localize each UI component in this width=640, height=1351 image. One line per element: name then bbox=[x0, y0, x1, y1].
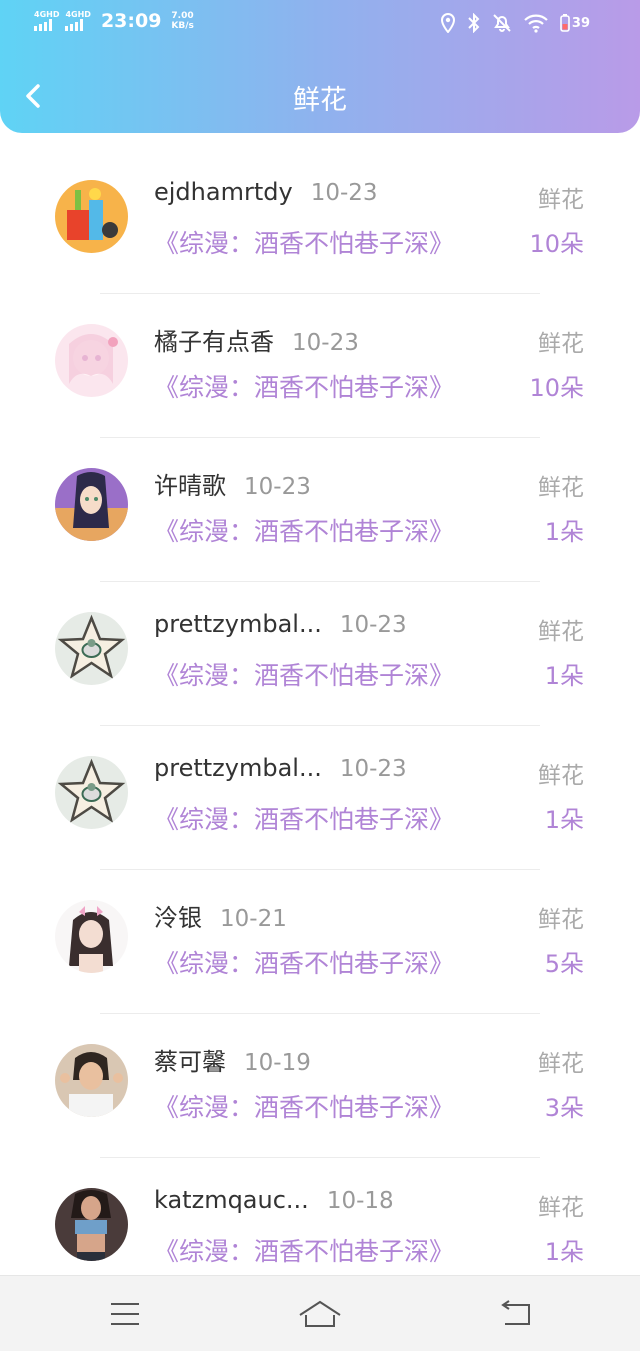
book-title-link[interactable]: 《综漫：酒香不怕巷子深》 bbox=[154, 512, 454, 548]
gift-count: 10朵 bbox=[529, 374, 584, 402]
user-name: prettzymbal... bbox=[154, 754, 322, 782]
gift-count: 1朵 bbox=[544, 1238, 584, 1266]
network-speed: 7.00 KB/s bbox=[171, 11, 193, 31]
network-type-2: 4GHD bbox=[65, 10, 91, 19]
avatar[interactable] bbox=[55, 180, 128, 253]
gift-count: 1朵 bbox=[544, 518, 584, 546]
list-item[interactable]: 橘子有点香 10-23 《综漫：酒香不怕巷子深》 鲜花 10朵 bbox=[0, 294, 640, 438]
home-button[interactable] bbox=[298, 1298, 342, 1330]
return-button[interactable] bbox=[494, 1298, 538, 1330]
gift-type: 鲜花 bbox=[538, 619, 584, 645]
book-title-link[interactable]: 《综漫：酒香不怕巷子深》 bbox=[154, 1088, 454, 1124]
gift-type: 鲜花 bbox=[538, 187, 584, 213]
record-date: 10-23 bbox=[244, 474, 311, 500]
speed-value: 7.00 bbox=[171, 11, 194, 21]
system-nav-bar bbox=[0, 1275, 640, 1351]
avatar[interactable] bbox=[55, 612, 128, 685]
user-name: ejdhamrtdy bbox=[154, 178, 293, 206]
signal-2-icon: 4GHD bbox=[65, 10, 91, 31]
book-title-link[interactable]: 《综漫：酒香不怕巷子深》 bbox=[154, 656, 454, 692]
bluetooth-icon bbox=[468, 13, 480, 33]
gift-type: 鲜花 bbox=[538, 475, 584, 501]
list-item[interactable]: prettzymbal... 10-23 《综漫：酒香不怕巷子深》 鲜花 1朵 bbox=[0, 582, 640, 726]
gift-count: 1朵 bbox=[544, 662, 584, 690]
wifi-icon bbox=[524, 14, 548, 33]
book-title-link[interactable]: 《综漫：酒香不怕巷子深》 bbox=[154, 224, 454, 260]
avatar[interactable] bbox=[55, 756, 128, 829]
gift-type: 鲜花 bbox=[538, 907, 584, 933]
list-item[interactable]: 蔡可馨 10-19 《综漫：酒香不怕巷子深》 鲜花 3朵 bbox=[0, 1014, 640, 1158]
list-item[interactable]: prettzymbal... 10-23 《综漫：酒香不怕巷子深》 鲜花 1朵 bbox=[0, 726, 640, 870]
user-name: 蔡可馨 bbox=[154, 1048, 226, 1076]
record-date: 10-19 bbox=[244, 1050, 311, 1076]
menu-button[interactable] bbox=[103, 1298, 147, 1330]
list-item[interactable]: ejdhamrtdy 10-23 《综漫：酒香不怕巷子深》 鲜花 10朵 bbox=[0, 150, 640, 294]
menu-icon bbox=[111, 1303, 139, 1325]
book-title-link[interactable]: 《综漫：酒香不怕巷子深》 bbox=[154, 1232, 454, 1268]
gift-record-list: ejdhamrtdy 10-23 《综漫：酒香不怕巷子深》 鲜花 10朵 橘子有… bbox=[0, 150, 640, 1302]
battery-icon: 39 bbox=[560, 13, 590, 33]
signal-1-icon: 4GHD bbox=[34, 11, 59, 31]
record-date: 10-23 bbox=[339, 612, 407, 638]
record-date: 10-21 bbox=[220, 906, 287, 932]
record-date: 10-23 bbox=[292, 330, 359, 356]
user-name: katzmqauc... bbox=[154, 1186, 309, 1214]
avatar[interactable] bbox=[55, 324, 128, 397]
gift-type: 鲜花 bbox=[538, 1051, 584, 1077]
user-name: 泠银 bbox=[154, 904, 202, 932]
user-name: 许晴歌 bbox=[154, 472, 226, 500]
gift-type: 鲜花 bbox=[538, 331, 584, 357]
network-type-1: 4GHD bbox=[34, 10, 60, 19]
app-header: 4GHD 4GHD 23:09 7.00 KB/s 39 鲜花 bbox=[0, 0, 640, 133]
nav-bar: 鲜花 bbox=[0, 62, 640, 132]
list-item[interactable]: 许晴歌 10-23 《综漫：酒香不怕巷子深》 鲜花 1朵 bbox=[0, 438, 640, 582]
status-time: 23:09 bbox=[100, 10, 162, 32]
record-date: 10-23 bbox=[310, 180, 378, 206]
record-date: 10-18 bbox=[326, 1188, 394, 1214]
avatar[interactable] bbox=[55, 900, 128, 973]
gift-count: 10朵 bbox=[529, 230, 584, 258]
record-date: 10-23 bbox=[339, 756, 407, 782]
page-title: 鲜花 bbox=[293, 85, 347, 116]
battery-level: 39 bbox=[571, 15, 590, 31]
home-icon bbox=[299, 1300, 341, 1327]
user-name: 橘子有点香 bbox=[154, 328, 274, 356]
status-bar: 4GHD 4GHD 23:09 7.00 KB/s 39 bbox=[0, 0, 640, 50]
list-item[interactable]: 泠银 10-21 《综漫：酒香不怕巷子深》 鲜花 5朵 bbox=[0, 870, 640, 1014]
gift-count: 1朵 bbox=[544, 806, 584, 834]
gift-count: 5朵 bbox=[544, 950, 584, 978]
return-icon bbox=[501, 1300, 530, 1325]
gift-type: 鲜花 bbox=[538, 763, 584, 789]
book-title-link[interactable]: 《综漫：酒香不怕巷子深》 bbox=[154, 800, 454, 836]
location-icon bbox=[440, 13, 455, 33]
avatar[interactable] bbox=[55, 468, 128, 541]
gift-count: 3朵 bbox=[544, 1094, 584, 1122]
avatar[interactable] bbox=[55, 1188, 128, 1261]
book-title-link[interactable]: 《综漫：酒香不怕巷子深》 bbox=[154, 944, 454, 980]
book-title-link[interactable]: 《综漫：酒香不怕巷子深》 bbox=[154, 368, 454, 404]
avatar[interactable] bbox=[55, 1044, 128, 1117]
gift-type: 鲜花 bbox=[538, 1195, 584, 1221]
user-name: prettzymbal... bbox=[154, 610, 322, 638]
speed-unit: KB/s bbox=[171, 21, 194, 31]
mute-bell-icon bbox=[493, 14, 511, 32]
